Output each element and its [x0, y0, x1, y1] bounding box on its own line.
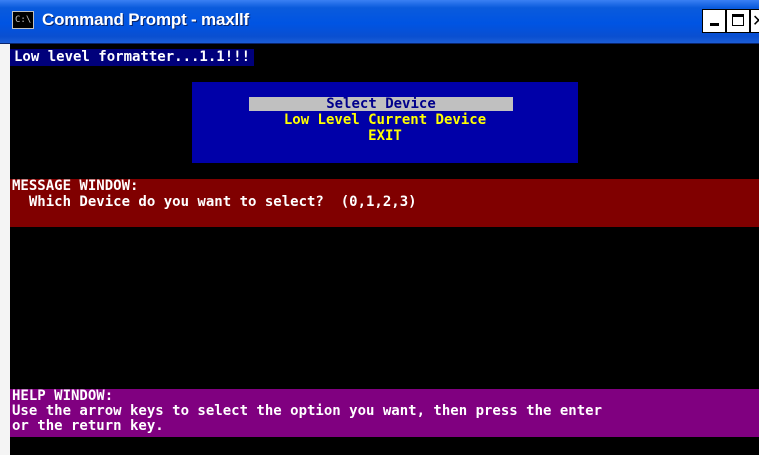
title-bar[interactable]: C:\ Command Prompt - maxllf ✕ — [0, 0, 759, 44]
minimize-button[interactable] — [702, 9, 726, 33]
help-window-title: HELP WINDOW: — [12, 388, 114, 404]
command-prompt-window: C:\ Command Prompt - maxllf ✕ Low level … — [0, 0, 759, 455]
minimize-icon — [710, 23, 719, 26]
menu-item-low-level-current-device[interactable]: Low Level Current Device — [192, 113, 578, 127]
help-window-line-1: Use the arrow keys to select the option … — [12, 403, 603, 419]
close-icon: ✕ — [752, 11, 759, 30]
message-window-text: Which Device do you want to select? (0,1… — [12, 194, 417, 210]
maximize-icon — [732, 14, 744, 26]
console-area[interactable]: Low level formatter...1.1!!! Select Devi… — [10, 44, 759, 455]
message-window: MESSAGE WINDOW: Which Device do you want… — [10, 179, 759, 227]
command-prompt-icon[interactable]: C:\ — [12, 11, 34, 29]
help-window: HELP WINDOW: Use the arrow keys to selec… — [10, 389, 759, 437]
window-title: Command Prompt - maxllf — [42, 10, 249, 29]
window-frame-left — [0, 44, 10, 455]
program-header: Low level formatter...1.1!!! — [10, 49, 255, 66]
main-menu: Select Device Low Level Current Device E… — [192, 82, 578, 163]
help-window-line-2: or the return key. — [12, 418, 164, 434]
message-window-title: MESSAGE WINDOW: — [12, 178, 139, 194]
maximize-button[interactable] — [726, 9, 750, 33]
menu-item-select-device[interactable]: Select Device — [249, 97, 513, 111]
menu-item-exit[interactable]: EXIT — [192, 129, 578, 143]
close-button[interactable]: ✕ — [750, 9, 759, 33]
